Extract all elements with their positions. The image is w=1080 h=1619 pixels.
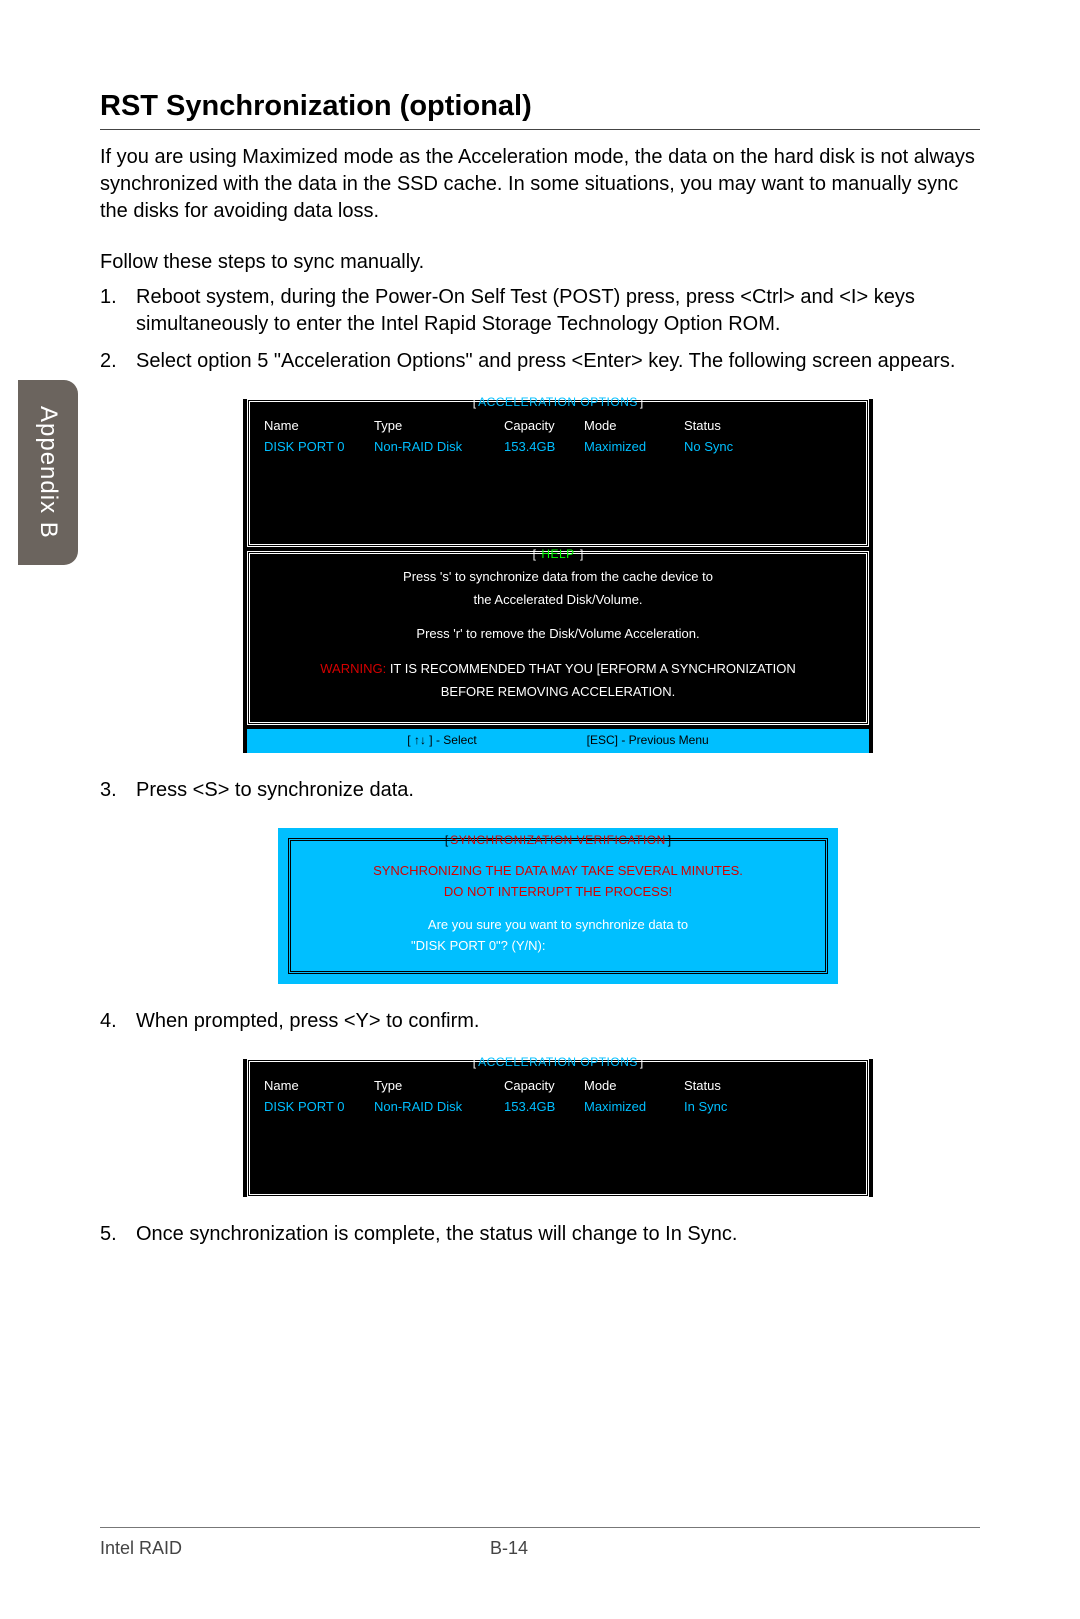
intro-paragraph: If you are using Maximized mode as the A… — [100, 144, 980, 225]
step-5: Once synchronization is complete, the st… — [100, 1221, 980, 1248]
panel-accel-options: [ACCELERATION OPTIONS] Name Type Capacit… — [247, 399, 869, 547]
table-row: DISK PORT 0 Non-RAID Disk 153.4GB Maximi… — [260, 437, 856, 458]
follow-text: Follow these steps to sync manually. — [100, 249, 980, 276]
panel-title-2: [ACCELERATION OPTIONS] — [250, 1054, 866, 1071]
panel-title-sync: [SYNCHRONIZATION VERIFICATION] — [291, 832, 825, 848]
panel-title: [ACCELERATION OPTIONS] — [250, 394, 866, 411]
step-2: Select option 5 "Acceleration Options" a… — [100, 348, 980, 753]
page-title: RST Synchronization (optional) — [100, 90, 980, 123]
step-1: Reboot system, during the Power-On Self … — [100, 284, 980, 338]
step-4: When prompted, press <Y> to confirm. [AC… — [100, 1008, 980, 1197]
footer-left: Intel RAID — [100, 1538, 490, 1559]
title-rule — [100, 129, 980, 130]
panel-accel-options-2: [ACCELERATION OPTIONS] Name Type Capacit… — [247, 1059, 869, 1197]
panel-title-help: [ HELP ] — [250, 546, 866, 563]
footer-page-number: B-14 — [490, 1538, 528, 1559]
table-row: DISK PORT 0 Non-RAID Disk 153.4GB Maximi… — [260, 1097, 856, 1118]
page-footer: Intel RAID B-14 — [100, 1527, 980, 1559]
bios-accel-options-insync: [ACCELERATION OPTIONS] Name Type Capacit… — [243, 1059, 873, 1197]
bios-sync-verify: [SYNCHRONIZATION VERIFICATION] SYNCHRONI… — [278, 828, 838, 984]
panel-help: [ HELP ] Press 's' to synchronize data f… — [247, 551, 869, 725]
table-header: Name Type Capacity Mode Status — [260, 1076, 856, 1097]
bios-accel-options-nosync: [ACCELERATION OPTIONS] Name Type Capacit… — [243, 399, 873, 753]
bios-footer-bar: [ ↑↓ ] - Select [ESC] - Previous Menu — [247, 729, 869, 753]
step-3: Press <S> to synchronize data. [SYNCHRON… — [100, 777, 980, 984]
table-header: Name Type Capacity Mode Status — [260, 416, 856, 437]
